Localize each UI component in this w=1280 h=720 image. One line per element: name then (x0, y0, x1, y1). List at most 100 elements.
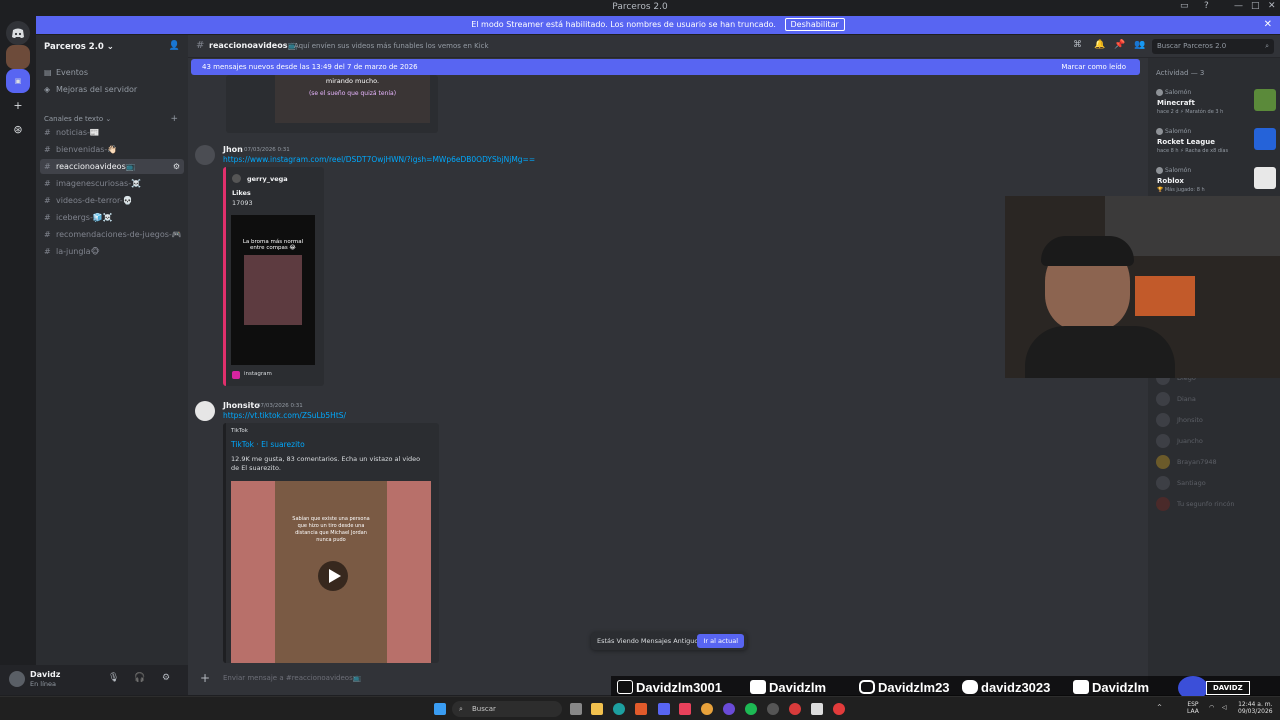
invite-icon[interactable]: 👤 (169, 41, 180, 51)
channel-videos-de-terror[interactable]: # videos-de-terror-💀 (40, 193, 184, 208)
channel-recomendaciones[interactable]: # recomendaciones-de-juegos-🎮 (40, 227, 184, 242)
chrome-icon[interactable] (767, 703, 779, 715)
message-author[interactable]: Jhon (223, 145, 243, 154)
play-button[interactable] (318, 561, 348, 591)
bell-icon[interactable]: 🔔 (1094, 40, 1105, 50)
jump-to-present-button[interactable]: Ir al actual (697, 634, 744, 648)
explore-servers-icon[interactable]: ⊛ (6, 117, 30, 141)
member-item[interactable]: Santiago (1156, 475, 1206, 491)
avatar[interactable] (9, 671, 25, 687)
create-channel-icon[interactable]: + (170, 114, 178, 124)
avatar[interactable] (195, 145, 215, 165)
close-window-button[interactable]: ✕ (1268, 1, 1276, 11)
channel-icebergs[interactable]: # icebergs-🧊☠️ (40, 210, 184, 225)
tray-chevron-icon[interactable]: ^ (1157, 704, 1162, 711)
activity-card[interactable]: Salomón Rocket League hace 8 h ⚡ Racha d… (1156, 128, 1280, 162)
app-icon[interactable] (811, 703, 823, 715)
activity-meta: 🏆 Más jugado: 8 h (1157, 187, 1205, 193)
task-view-icon[interactable] (570, 703, 582, 715)
tiktok-handle: Davidzlm3001 (617, 680, 722, 695)
member-item[interactable]: Tu segunfo rincón (1156, 496, 1235, 512)
message-link[interactable]: https://vt.tiktok.com/ZSuLb5HtS/ (223, 411, 346, 420)
message-link[interactable]: https://www.instagram.com/reel/DSDT7OwjH… (223, 155, 535, 164)
member-item[interactable]: Juancho (1156, 433, 1203, 449)
avatar (1156, 476, 1170, 490)
member-item[interactable]: Jhonsito (1156, 412, 1203, 428)
channel-reaccionoavideos[interactable]: # reaccionoavideos📺 ⚙ (40, 159, 184, 174)
search-input[interactable]: Buscar Parceros 2.0 ⌕ (1152, 39, 1274, 54)
inbox-icon[interactable]: ▭ (1180, 1, 1189, 11)
tiktok-video-thumbnail[interactable]: Sabían que existe una persona que hizo u… (231, 481, 431, 663)
tiktok-taskbar-icon[interactable] (679, 703, 691, 715)
app-icon[interactable] (701, 703, 713, 715)
avatar (1156, 413, 1170, 427)
clock[interactable]: 12:44 a. m. 09/03/2026 (1238, 701, 1273, 715)
threads-icon[interactable]: ⌘ (1073, 40, 1082, 50)
message-author[interactable]: Jhonsito (223, 401, 260, 410)
member-item[interactable]: Brayan7948 (1156, 454, 1217, 470)
mark-read-button[interactable]: Marcar como leído (1061, 59, 1126, 75)
pin-icon[interactable]: 📌 (1114, 40, 1125, 50)
streamer-mode-banner: El modo Streamer está habilitado. Los no… (36, 16, 1280, 34)
banner-close-icon[interactable]: ✕ (1264, 16, 1272, 34)
instagram-video-thumbnail[interactable]: La broma más normal entre compas 😂 (231, 215, 315, 365)
activity-card[interactable]: Salomón Minecraft hace 2 d ⚡ Maratón de … (1156, 89, 1280, 123)
channel-noticias[interactable]: # noticias-📰 (40, 125, 184, 140)
embed-account[interactable]: gerry_vega (247, 175, 288, 183)
shelf-background (1105, 196, 1280, 256)
embed-title[interactable]: TikTok · El suarezito (231, 440, 305, 449)
avatar[interactable] (195, 401, 215, 421)
sidebar-item-events[interactable]: ▤ Eventos (44, 68, 88, 77)
instagram-embed: gerry_vega Likes 17093 La broma más norm… (223, 167, 324, 386)
channel-topic[interactable]: Aquí envíen sus videos más funables los … (294, 42, 489, 50)
windows-start-icon[interactable] (434, 703, 446, 715)
windows-taskbar: ⌕ Buscar ^ ESP LAA ◠ ◁ 12:44 a. m. 09/03/2… (0, 696, 1280, 720)
avatar (1156, 89, 1163, 96)
message-input[interactable]: Enviar mensaje a #reaccionoavideos📺 (223, 674, 361, 682)
server-name[interactable]: Parceros 2.0 ⌄ (44, 42, 114, 52)
likes-count: 17093 (232, 199, 253, 207)
channel-la-jungla[interactable]: # la-jungla🐵 (40, 244, 184, 259)
volume-icon[interactable]: ◁ (1222, 704, 1227, 711)
channel-settings-icon[interactable]: ⚙ (173, 159, 180, 174)
server-icon-1[interactable] (6, 45, 30, 69)
obs-icon[interactable] (723, 703, 735, 715)
help-icon[interactable]: ? (1204, 1, 1209, 11)
spotify-icon[interactable] (745, 703, 757, 715)
channel-bienvenidas[interactable]: # bienvenidas-👋🏻 (40, 142, 184, 157)
file-explorer-icon[interactable] (591, 703, 603, 715)
old-messages-bar: Estás Viendo Mensajes Antiguos Ir al act… (591, 632, 747, 650)
server-icon-parceros[interactable]: ▣ (6, 69, 30, 93)
headphones-icon[interactable]: 🎧 (134, 673, 145, 683)
edge-icon[interactable] (613, 703, 625, 715)
maximize-button[interactable]: □ (1251, 1, 1260, 11)
discord-taskbar-icon[interactable] (658, 703, 670, 715)
previous-video-thumbnail[interactable]: mirando mucho. (se el sueño que quizá te… (275, 75, 430, 123)
wifi-icon[interactable]: ◠ (1209, 704, 1214, 711)
new-messages-bar[interactable]: 43 mensajes nuevos desde las 13:49 del 7… (191, 59, 1140, 75)
gear-icon[interactable]: ⚙ (162, 673, 170, 683)
sidebar-item-boosts[interactable]: ◈ Mejoras del servidor (44, 85, 137, 94)
tiktok-icon (617, 680, 633, 694)
old-messages-text: Estás Viendo Mensajes Antiguos (597, 637, 702, 645)
message-timestamp: 07/03/2026 0:31 (244, 147, 290, 153)
kick-handle: Davidzlm (1073, 680, 1149, 695)
upload-plus-icon[interactable]: + (200, 671, 210, 685)
channel-imagenescuriosas[interactable]: # imagenescuriosas-☠️ (40, 176, 184, 191)
app-icon[interactable] (833, 703, 845, 715)
microphone-icon[interactable]: 🎙 (108, 673, 119, 683)
taskbar-search[interactable]: ⌕ Buscar (452, 701, 562, 717)
minimize-button[interactable]: — (1234, 1, 1243, 11)
category-text-channels[interactable]: Canales de texto ⌄ (44, 115, 111, 123)
activity-header: Actividad — 3 (1156, 69, 1205, 77)
brave-icon[interactable] (635, 703, 647, 715)
disable-streamer-button[interactable]: Deshabilitar (784, 18, 845, 31)
member-item[interactable]: Diana (1156, 391, 1196, 407)
add-server-icon[interactable]: + (6, 93, 30, 117)
channel-header: # reaccionoavideos📺 Aquí envíen sus vide… (188, 35, 1280, 58)
language-indicator[interactable]: ESP LAA (1187, 701, 1199, 715)
app-icon[interactable] (789, 703, 801, 715)
embed-accent (223, 423, 226, 663)
discord-home-icon[interactable] (6, 21, 30, 45)
member-list-icon[interactable]: 👥 (1134, 40, 1145, 50)
